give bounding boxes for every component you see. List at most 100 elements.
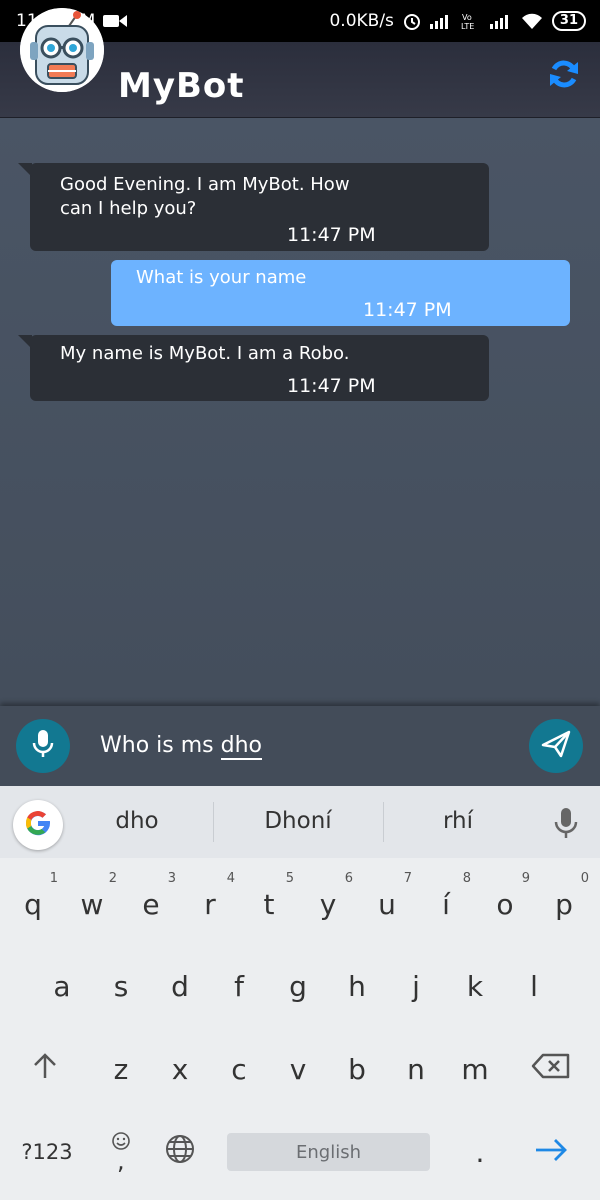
key-hint: 5 [285,871,294,886]
robot-icon [20,8,104,92]
key-hint: 4 [226,871,235,886]
enter-arrow-icon [534,1136,568,1169]
key-label: w [80,887,104,921]
key-j[interactable]: j [387,951,445,1021]
key-s[interactable]: s [92,951,150,1021]
key-r[interactable]: r4 [181,869,239,939]
volte-icon: Vo LTE [460,11,482,31]
key-o[interactable]: o9 [476,869,534,939]
period-key[interactable]: . [451,1117,509,1187]
spacebar[interactable]: English [227,1133,430,1171]
key-hint: 0 [580,871,589,886]
key-k[interactable]: k [446,951,504,1021]
key-z[interactable]: z [92,1034,150,1104]
google-button[interactable] [13,800,63,850]
symbols-key[interactable]: ?123 [16,1117,78,1187]
key-p[interactable]: p0 [535,869,593,939]
key-hint: 1 [49,871,58,886]
svg-text:Vo: Vo [462,13,472,22]
message-time: 11:47 PM [287,224,376,246]
backspace-icon [531,1052,571,1087]
svg-text:LTE: LTE [461,22,474,31]
language-key[interactable] [151,1117,209,1187]
key-y[interactable]: y6 [299,869,357,939]
key-hint: 3 [167,871,176,886]
enter-key[interactable] [522,1117,580,1187]
key-label: p [555,887,573,921]
message-time: 11:47 PM [287,375,376,397]
globe-icon [164,1133,196,1172]
suggestion-item[interactable]: rhí [413,808,503,834]
message-text: can I help you? [60,198,197,219]
alarm-icon [402,11,422,31]
backspace-key[interactable] [522,1034,580,1104]
keyboard: dho Dhoní rhí q1 w2 e3 r4 t5 y6 u7 í8 o9… [0,786,600,1200]
key-n[interactable]: n [387,1034,445,1104]
voice-input-button[interactable] [16,719,70,773]
message-time: 11:47 PM [363,299,452,321]
key-i-acute[interactable]: í8 [417,869,475,939]
signal-icon [429,13,452,29]
input-composing-text: dho [220,733,262,760]
google-icon [23,808,53,842]
key-label: y [319,887,337,921]
key-label: r [204,887,216,921]
keyboard-mic-icon[interactable] [552,806,580,844]
key-l[interactable]: l [505,951,563,1021]
suggestion-strip: dho Dhoní rhí [0,786,600,858]
key-hint: 2 [108,871,117,886]
key-label: q [24,887,42,921]
message-text: Good Evening. I am MyBot. How [60,174,350,195]
key-h[interactable]: h [328,951,386,1021]
suggestion-item[interactable]: Dhoní [243,808,353,834]
key-m[interactable]: m [446,1034,504,1104]
shift-key[interactable] [16,1034,74,1104]
key-label: o [496,887,514,921]
suggestion-divider [383,802,384,842]
key-b[interactable]: b [328,1034,386,1104]
key-g[interactable]: g [269,951,327,1021]
emoji-key[interactable]: , [92,1117,150,1187]
key-q[interactable]: q1 [4,869,62,939]
signal-icon [489,13,512,29]
key-e[interactable]: e3 [122,869,180,939]
key-label: u [378,887,396,921]
key-f[interactable]: f [210,951,268,1021]
wifi-icon [520,12,544,30]
bot-message: My name is MyBot. I am a Robo. 11:47 PM [18,335,489,401]
bot-message: Good Evening. I am MyBot. How can I help… [18,163,489,251]
chat-area: Good Evening. I am MyBot. How can I help… [0,118,600,706]
key-hint: 6 [344,871,353,886]
app-title: MyBot [118,66,245,106]
input-text: Who is ms [100,733,221,758]
key-d[interactable]: d [151,951,209,1021]
refresh-button[interactable] [544,56,584,96]
key-v[interactable]: v [269,1034,327,1104]
key-label: e [142,887,160,921]
comma-label: , [117,1147,125,1175]
send-button[interactable] [529,719,583,773]
message-text: My name is MyBot. I am a Robo. [60,343,350,364]
user-message: What is your name 11:47 PM [111,260,570,326]
key-c[interactable]: c [210,1034,268,1104]
key-hint: 9 [521,871,530,886]
message-input[interactable]: Who is ms dho [100,728,510,764]
suggestion-item[interactable]: dho [92,808,182,834]
microphone-icon [32,729,54,763]
refresh-icon [547,57,581,95]
key-w[interactable]: w2 [63,869,121,939]
key-t[interactable]: t5 [240,869,298,939]
key-x[interactable]: x [151,1034,209,1104]
network-speed: 0.0KB/s [329,11,394,31]
battery-icon: 31 [551,11,586,31]
key-label: í [442,887,450,921]
video-camera-icon [103,13,128,29]
key-label: t [263,887,275,921]
key-hint: 7 [403,871,412,886]
shift-icon [31,1052,59,1087]
suggestion-divider [213,802,214,842]
key-a[interactable]: a [33,951,91,1021]
key-u[interactable]: u7 [358,869,416,939]
input-bar: Who is ms dho [0,706,600,786]
key-hint: 8 [462,871,471,886]
